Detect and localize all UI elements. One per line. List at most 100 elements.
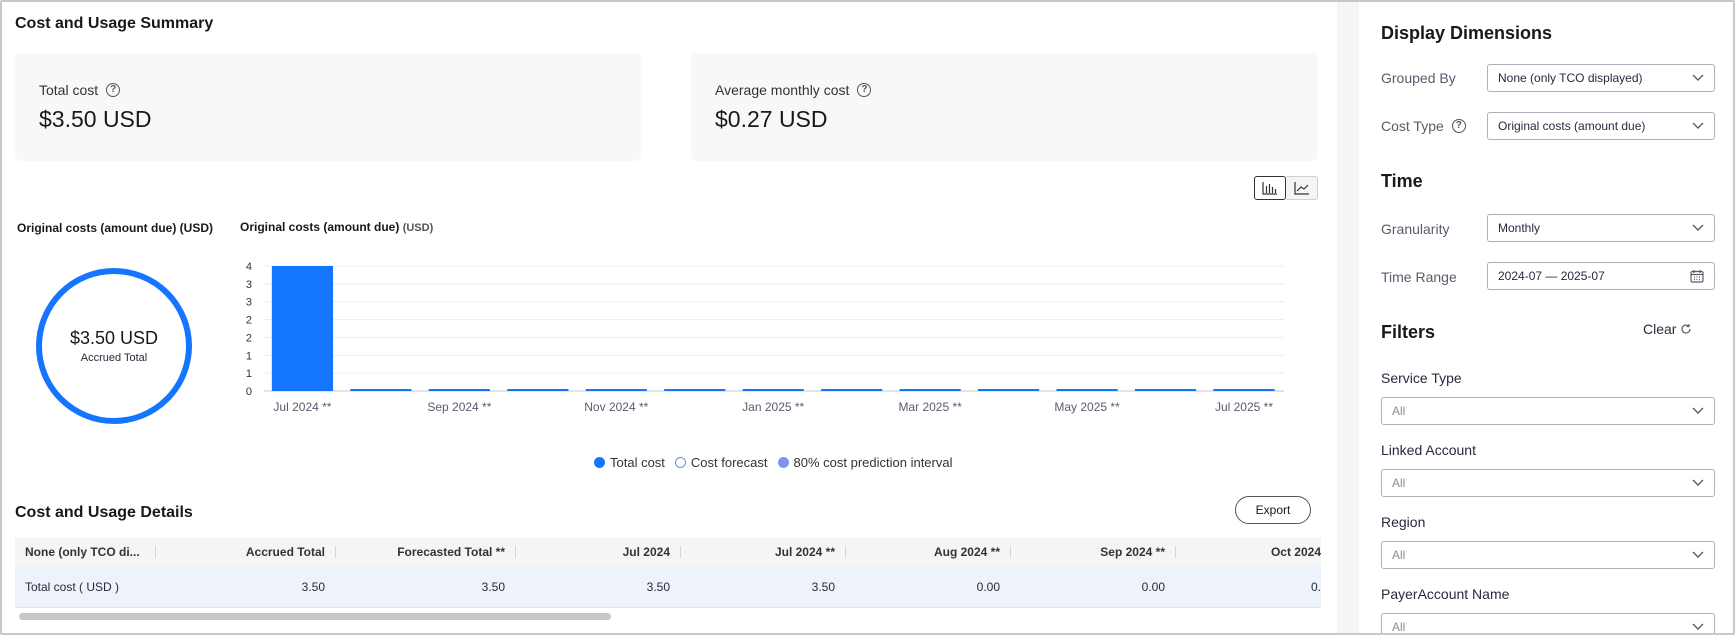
bar <box>1134 389 1197 391</box>
payer-account-name-value: All <box>1392 620 1406 634</box>
bar <box>271 266 334 391</box>
refresh-icon <box>1681 324 1692 334</box>
help-icon[interactable]: ? <box>1451 119 1466 133</box>
chevron-down-icon <box>1692 551 1704 558</box>
bar <box>585 389 647 391</box>
table-cell: 3.50 <box>301 579 325 594</box>
bar <box>742 389 804 391</box>
help-icon[interactable]: ? <box>857 83 872 97</box>
table-cell: 0.00 <box>1141 579 1165 594</box>
help-icon[interactable]: ? <box>106 83 121 97</box>
granularity-select[interactable]: Monthly <box>1487 214 1715 242</box>
line-chart-icon[interactable] <box>1286 176 1318 200</box>
x-tick-label: Jan 2025 ** <box>742 400 804 414</box>
donut-title: Original costs (amount due) (USD) <box>17 221 214 235</box>
y-tick-label: 2 <box>246 315 252 327</box>
bar-chart-title: Original costs (amount due) (USD) <box>240 220 433 234</box>
time-range-label: Time Range <box>1381 269 1457 285</box>
table-cell: 3.50 <box>481 579 505 594</box>
x-tick-label: May 2025 ** <box>1054 400 1120 414</box>
bar <box>428 389 490 391</box>
grouped-by-value: None (only TCO displayed) <box>1498 71 1643 85</box>
column-header[interactable]: Oct 2024 <box>1175 538 1321 566</box>
service-type-select[interactable]: All <box>1381 397 1715 425</box>
bar <box>1213 389 1275 391</box>
summary-title: Cost and Usage Summary <box>15 15 214 32</box>
main-panel: Cost and Usage Summary Total cost ? $3.5… <box>2 2 1337 633</box>
table-header: None (only TCO di... Accrued Total Forec… <box>15 538 1321 566</box>
total-cost-card: Total cost ? $3.50 USD <box>15 53 641 161</box>
region-label: Region <box>1381 514 1426 530</box>
column-header[interactable]: Jul 2024 <box>515 538 680 566</box>
chart-legend: Total cost Cost forecast 80% cost predic… <box>594 455 963 470</box>
horizontal-scrollbar[interactable] <box>19 613 611 620</box>
bar <box>899 389 961 391</box>
details-table: None (only TCO di... Accrued Total Forec… <box>15 538 1321 610</box>
y-tick-label: 3 <box>246 279 252 291</box>
grouped-by-select[interactable]: None (only TCO displayed) <box>1487 64 1715 92</box>
bar <box>507 389 569 391</box>
legend-item-cost-forecast[interactable]: Cost forecast <box>674 455 768 470</box>
y-tick-label: 1 <box>246 350 252 362</box>
bar <box>978 389 1040 391</box>
legend-dot <box>674 457 686 468</box>
x-tick-label: Jul 2025 ** <box>1215 400 1273 414</box>
column-header[interactable]: Forecasted Total ** <box>335 538 515 566</box>
x-tick-label: Jul 2024 ** <box>273 400 331 414</box>
average-cost-card: Average monthly cost ? $0.27 USD <box>691 53 1318 161</box>
chevron-down-icon <box>1692 74 1704 81</box>
table-cell: 3.50 <box>646 579 670 594</box>
cost-type-value: Original costs (amount due) <box>1498 119 1646 133</box>
average-cost-label-wrap: Average monthly cost ? <box>715 82 872 98</box>
donut-label: Accrued Total <box>80 352 148 364</box>
clear-filters-button[interactable]: Clear <box>1643 321 1692 337</box>
y-tick-label: 3 <box>246 297 252 309</box>
y-tick-label: 2 <box>246 332 252 344</box>
average-cost-value: $0.27 USD <box>715 106 828 132</box>
calendar-icon[interactable] <box>1690 269 1704 283</box>
settings-sidebar: Display Dimensions Grouped By None (only… <box>1359 2 1733 634</box>
bar <box>350 389 412 391</box>
region-value: All <box>1392 548 1406 562</box>
page-frame: Cost and Usage Summary Total cost ? $3.5… <box>0 0 1735 635</box>
column-header[interactable]: Accrued Total <box>155 538 335 566</box>
granularity-label: Granularity <box>1381 221 1450 237</box>
export-button[interactable]: Export <box>1235 496 1311 524</box>
chevron-down-icon <box>1692 122 1704 129</box>
column-header[interactable]: Sep 2024 ** <box>1010 538 1175 566</box>
bar-chart-title-unit: (USD) <box>402 222 434 234</box>
panel-divider <box>1337 2 1359 633</box>
payer-account-name-label: PayerAccount Name <box>1381 586 1510 602</box>
cost-type-select[interactable]: Original costs (amount due) <box>1487 112 1715 140</box>
linked-account-label: Linked Account <box>1381 442 1476 458</box>
bar-chart: 0 1 1 2 2 3 3 4 Jul 2024 ** Sep 2024 ** Nov 2024 *… <box>246 261 1284 414</box>
x-tick-label: Nov 2024 ** <box>584 400 648 414</box>
table-row[interactable]: Total cost ( USD ) 3.50 3.50 3.50 3.50 0… <box>15 566 1321 608</box>
column-header[interactable]: None (only TCO di... <box>15 538 155 566</box>
y-tick-label: 4 <box>246 261 252 273</box>
cost-type-label-wrap: Cost Type ? <box>1381 118 1466 134</box>
legend-label: 80% cost prediction interval <box>793 455 953 470</box>
legend-label: Total cost <box>610 455 665 470</box>
grouped-by-label: Grouped By <box>1381 70 1456 86</box>
time-range-picker[interactable]: 2024-07 — 2025-07 <box>1487 262 1715 290</box>
clear-label: Clear <box>1643 321 1677 337</box>
linked-account-value: All <box>1392 476 1406 490</box>
table-cell: 0.00 <box>976 579 1000 594</box>
filters-title: Filters <box>1381 322 1436 342</box>
column-header[interactable]: Aug 2024 ** <box>845 538 1010 566</box>
cost-type-label: Cost Type <box>1381 118 1444 134</box>
column-header[interactable]: Jul 2024 ** <box>680 538 845 566</box>
bar-chart-title-text: Original costs (amount due) <box>240 220 400 234</box>
chevron-down-icon <box>1692 224 1704 231</box>
legend-item-total-cost[interactable]: Total cost <box>594 455 665 470</box>
bar <box>664 389 726 391</box>
region-select[interactable]: All <box>1381 541 1715 569</box>
linked-account-select[interactable]: All <box>1381 469 1715 497</box>
legend-item-prediction-interval[interactable]: 80% cost prediction interval <box>777 455 953 470</box>
chart-view-toggle <box>1254 176 1318 200</box>
bar-chart-icon[interactable] <box>1254 176 1286 200</box>
x-tick-label: Mar 2025 ** <box>898 400 962 414</box>
payer-account-name-select[interactable]: All <box>1381 613 1715 634</box>
average-cost-label: Average monthly cost <box>715 82 850 98</box>
